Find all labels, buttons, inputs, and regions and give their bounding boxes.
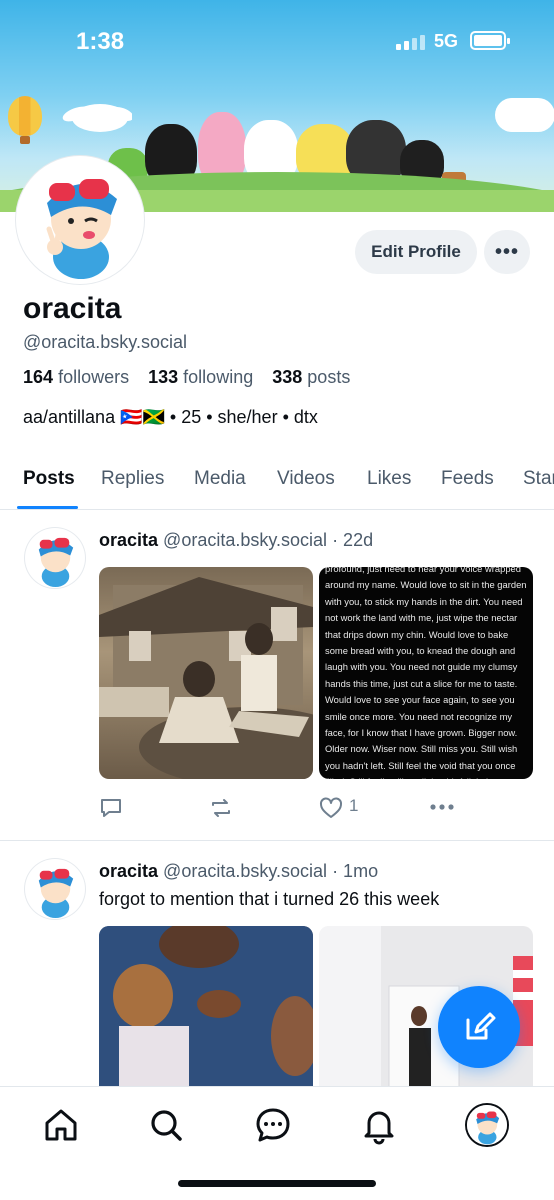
- signal-icon: [396, 34, 426, 50]
- home-indicator: [178, 1180, 376, 1187]
- post-image-baby-photo[interactable]: [99, 926, 313, 1096]
- profile-display-name: oracita: [23, 292, 122, 325]
- search-icon[interactable]: [146, 1105, 186, 1145]
- tab-replies[interactable]: Replies: [101, 468, 164, 490]
- pocoyo-avatar-image: [467, 1105, 507, 1145]
- following-label: following: [183, 367, 254, 387]
- post-text: forgot to mention that i turned 26 this …: [99, 889, 440, 909]
- compose-icon: [466, 1012, 496, 1040]
- tab-media[interactable]: Media: [194, 468, 246, 490]
- post-timestamp[interactable]: · 1mo: [332, 861, 378, 881]
- profile-tabs: Posts Replies Media Videos Likes Feeds S…: [0, 456, 554, 510]
- followers-count: 164: [23, 367, 54, 387]
- posts-count: 338: [272, 367, 303, 387]
- post-image-text: profound, just need to hear your voice w…: [325, 567, 527, 779]
- post-author-name[interactable]: oracita: [99, 861, 158, 881]
- post-header: oracita @oracita.bsky.social · 22d: [99, 530, 373, 551]
- home-icon[interactable]: [41, 1105, 81, 1145]
- baby-photo-illustration: [99, 926, 313, 1096]
- active-tab-indicator: [17, 506, 78, 509]
- battery-icon: [470, 31, 510, 50]
- post-author-handle[interactable]: @oracita.bsky.social: [163, 530, 327, 550]
- profile-avatar-large[interactable]: [16, 156, 144, 284]
- vintage-photo-illustration: [99, 577, 313, 779]
- pocoyo-avatar-image: [38, 537, 74, 588]
- tab-posts[interactable]: Posts: [23, 468, 75, 490]
- profile-handle: @oracita.bsky.social: [23, 332, 187, 352]
- posts-label: posts: [307, 367, 351, 387]
- edit-profile-button[interactable]: Edit Profile: [355, 230, 477, 274]
- post-header: oracita @oracita.bsky.social · 1mo: [99, 861, 378, 882]
- post-image-text-note[interactable]: profound, just need to hear your voice w…: [319, 567, 533, 779]
- status-bar: 1:38 5G: [0, 0, 554, 84]
- following-count: 133: [148, 367, 179, 387]
- post-author-handle[interactable]: @oracita.bsky.social: [163, 861, 327, 881]
- tab-videos[interactable]: Videos: [277, 468, 335, 490]
- cloud-decoration: [495, 98, 554, 132]
- profile-avatar[interactable]: [467, 1105, 507, 1145]
- post-more-icon[interactable]: [429, 803, 455, 811]
- followers-stat[interactable]: 164 followers: [23, 367, 129, 387]
- followers-label: followers: [58, 367, 130, 387]
- following-stat[interactable]: 133 following: [148, 367, 253, 387]
- tab-likes[interactable]: Likes: [367, 468, 411, 490]
- bell-icon[interactable]: [359, 1105, 399, 1145]
- like-icon[interactable]: [319, 797, 343, 819]
- posts-stat: 338 posts: [272, 367, 350, 387]
- status-time: 1:38: [76, 28, 125, 55]
- pocoyo-avatar-image: [46, 179, 117, 279]
- network-type: 5G: [434, 31, 459, 51]
- profile-more-button[interactable]: •••: [484, 230, 530, 274]
- repost-icon[interactable]: [209, 797, 233, 819]
- reply-icon[interactable]: [99, 797, 123, 819]
- post-timestamp[interactable]: · 22d: [332, 530, 373, 550]
- balloon-decoration: [8, 96, 42, 144]
- post-actions: 1: [99, 795, 459, 823]
- post-author-avatar[interactable]: [25, 859, 85, 919]
- post-image-vintage-photo[interactable]: [99, 567, 313, 779]
- post-author-name[interactable]: oracita: [99, 530, 158, 550]
- profile-stats: 164 followers 133 following 338 posts: [23, 367, 364, 388]
- feed-post[interactable]: oracita @oracita.bsky.social · 22d profo…: [0, 510, 554, 840]
- pocoyo-avatar-image: [38, 868, 74, 919]
- post-author-avatar[interactable]: [25, 528, 85, 588]
- like-count: 1: [349, 796, 359, 815]
- cinnamoroll-decoration: [62, 104, 132, 132]
- tab-starter-packs[interactable]: Starter Packs: [523, 468, 554, 490]
- chat-icon[interactable]: [253, 1105, 293, 1145]
- tab-feeds[interactable]: Feeds: [441, 468, 494, 490]
- compose-button[interactable]: [438, 986, 520, 1068]
- profile-bio: aa/antillana 🇵🇷🇯🇲 • 25 • she/her • dtx: [23, 407, 318, 427]
